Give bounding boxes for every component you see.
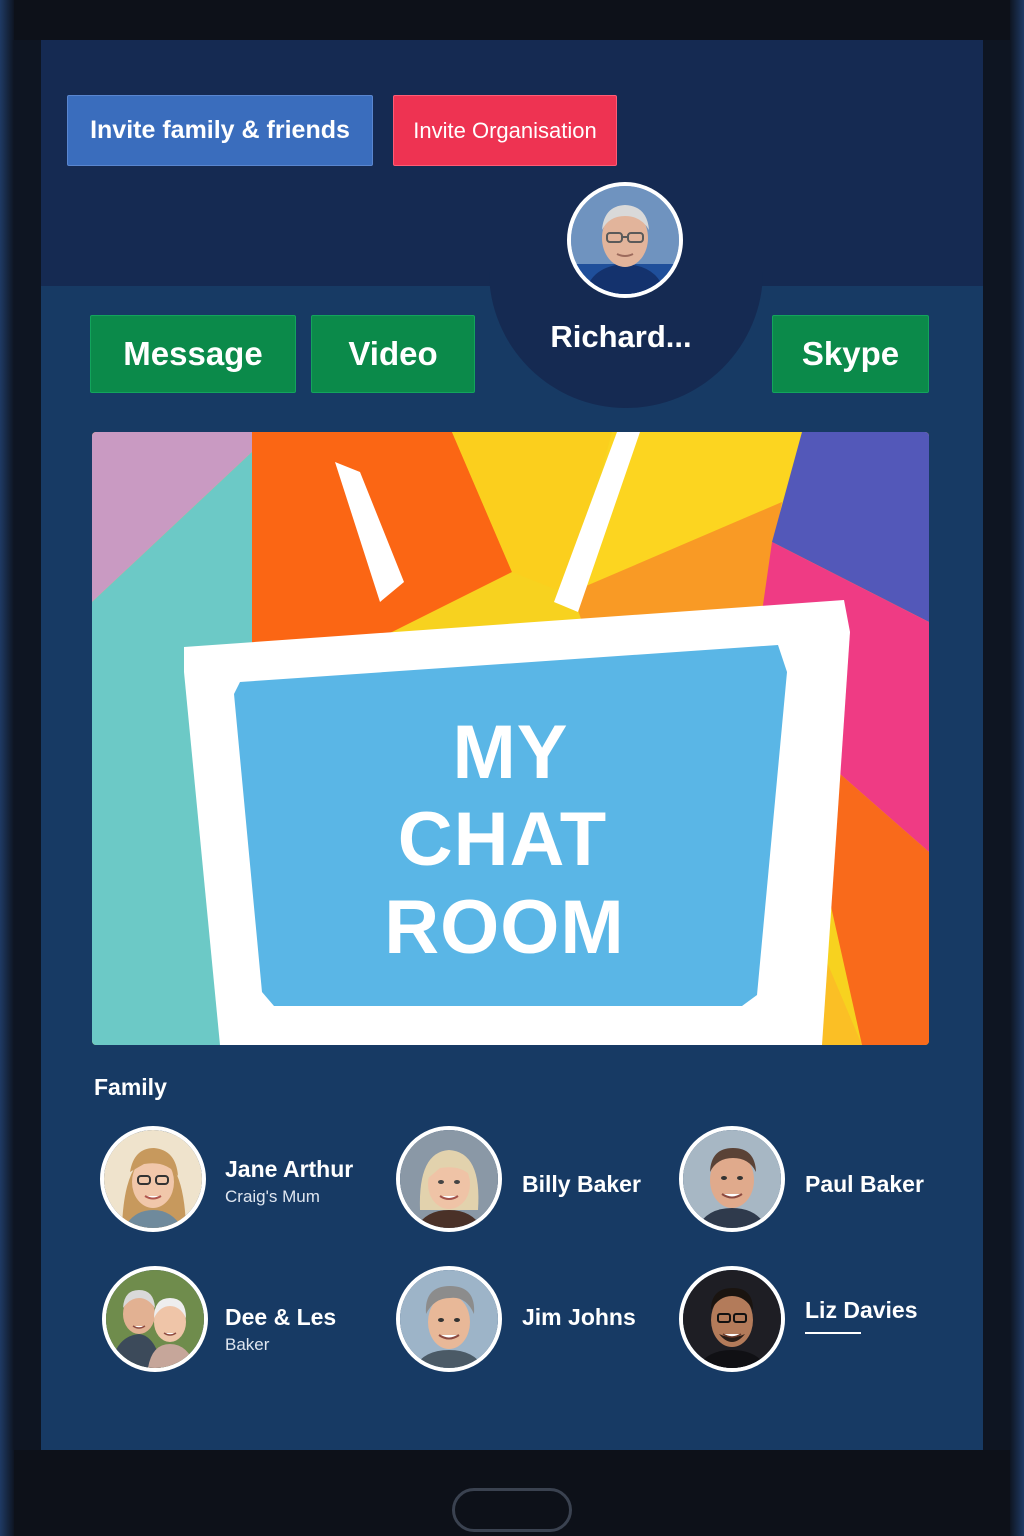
contact-card[interactable]: Billy Baker bbox=[396, 1126, 646, 1236]
banner-title-line-3: ROOM bbox=[384, 885, 625, 970]
contact-card[interactable]: Jane Arthur Craig's Mum bbox=[100, 1126, 370, 1236]
contact-photo bbox=[683, 1270, 781, 1368]
video-button[interactable]: Video bbox=[311, 315, 475, 393]
home-button[interactable] bbox=[452, 1488, 572, 1532]
contact-photo bbox=[400, 1130, 498, 1228]
message-button[interactable]: Message bbox=[90, 315, 296, 393]
contact-photo bbox=[104, 1130, 202, 1228]
contact-name[interactable]: Liz Davies bbox=[805, 1297, 918, 1324]
name-underline bbox=[805, 1332, 861, 1334]
contact-subtitle: Baker bbox=[225, 1335, 270, 1354]
avatar bbox=[102, 1266, 208, 1372]
invite-family-button[interactable]: Invite family & friends bbox=[67, 95, 373, 166]
avatar bbox=[396, 1266, 502, 1372]
chat-room-banner[interactable]: MY CHAT ROOM bbox=[92, 432, 929, 1045]
contact-card[interactable]: Liz Davies bbox=[679, 1266, 939, 1376]
skype-button[interactable]: Skype bbox=[772, 315, 929, 393]
tablet-top-bezel bbox=[14, 0, 1010, 40]
profile-name[interactable]: Richard... bbox=[519, 319, 723, 355]
contact-card[interactable]: Jim Johns bbox=[396, 1266, 646, 1376]
contact-card[interactable]: Paul Baker bbox=[679, 1126, 939, 1236]
invite-organisation-button[interactable]: Invite Organisation bbox=[393, 95, 617, 166]
avatar bbox=[679, 1266, 785, 1372]
profile-avatar[interactable] bbox=[567, 182, 683, 298]
avatar bbox=[100, 1126, 206, 1232]
contact-name: Billy Baker bbox=[522, 1171, 641, 1197]
contact-name: Dee & Les bbox=[225, 1304, 337, 1330]
tablet-frame: Invite family & friends Invite Organisat… bbox=[0, 0, 1024, 1536]
banner-title-line-1: MY bbox=[452, 710, 569, 795]
family-section-label: Family bbox=[94, 1074, 167, 1100]
contact-name: Jim Johns bbox=[522, 1304, 636, 1330]
banner-title-line-2: CHAT bbox=[397, 797, 608, 882]
contact-card[interactable]: Dee & Les Baker bbox=[102, 1266, 362, 1376]
avatar bbox=[679, 1126, 785, 1232]
contact-subtitle: Craig's Mum bbox=[225, 1187, 320, 1206]
avatar bbox=[396, 1126, 502, 1232]
profile-photo bbox=[571, 186, 679, 294]
contact-photo bbox=[400, 1270, 498, 1368]
contact-name: Paul Baker bbox=[805, 1171, 924, 1197]
contact-photo bbox=[106, 1270, 204, 1368]
app-screen: Invite family & friends Invite Organisat… bbox=[41, 40, 983, 1450]
contact-photo bbox=[683, 1130, 781, 1228]
contact-name: Jane Arthur bbox=[225, 1156, 354, 1182]
